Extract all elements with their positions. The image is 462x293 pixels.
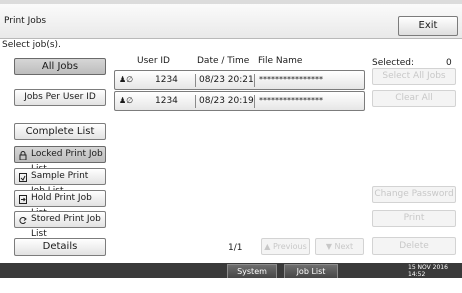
person-lock-icon: ♟∅ — [119, 96, 134, 105]
column-header-user-id: User ID — [137, 56, 170, 66]
selected-count: 0 — [446, 58, 452, 68]
next-button[interactable]: ▼ Next — [315, 238, 364, 255]
date-text: 15 NOV 2016 — [408, 264, 448, 271]
delete-button[interactable]: Delete — [372, 237, 456, 255]
all-jobs-button[interactable]: All Jobs — [14, 58, 106, 75]
person-lock-icon: ♟∅ — [119, 75, 134, 84]
row-file-name: **************** — [259, 75, 323, 84]
column-divider — [195, 74, 196, 87]
title-bar: Print Jobs Exit — [0, 4, 462, 39]
locked-print-job-list-button[interactable]: Locked Print Job List — [14, 146, 106, 174]
stored-print-icon — [19, 216, 27, 231]
exit-button[interactable]: Exit — [398, 16, 458, 36]
date-time-display: 15 NOV 2016 14:52 — [408, 264, 448, 278]
hold-print-icon — [19, 195, 27, 210]
jobs-per-user-id-button[interactable]: Jobs Per User ID — [14, 89, 106, 106]
column-divider — [254, 95, 255, 108]
sample-print-icon — [19, 173, 27, 188]
previous-label: Previous — [272, 242, 307, 251]
table-row[interactable]: ♟∅ 1234 08/23 20:19 **************** — [114, 91, 365, 111]
sample-print-job-list-button[interactable]: Sample Print Job List — [14, 168, 106, 196]
selected-label: Selected: — [372, 58, 415, 68]
table-row[interactable]: ♟∅ 1234 08/23 20:21 **************** — [114, 70, 365, 90]
row-user-id: 1234 — [155, 96, 178, 106]
row-user-id: 1234 — [155, 75, 178, 85]
column-header-date-time: Date / Time — [197, 56, 250, 66]
details-button[interactable]: Details — [14, 238, 106, 256]
next-label: Next — [334, 242, 354, 251]
lock-icon — [19, 151, 27, 166]
row-file-name: **************** — [259, 96, 323, 105]
time-text: 14:52 — [408, 271, 426, 278]
column-header-file-name: File Name — [258, 56, 303, 66]
previous-button[interactable]: ▲ Previous — [261, 238, 310, 255]
page-indicator: 1/1 — [228, 243, 243, 253]
hold-print-job-list-button[interactable]: Hold Print Job List — [14, 190, 106, 218]
stored-list-label: Stored Print Job List — [31, 214, 101, 239]
stored-print-job-list-button[interactable]: Stored Print Job List — [14, 211, 106, 239]
page-title: Print Jobs — [4, 16, 47, 26]
row-date-time: 08/23 20:21 — [199, 75, 254, 85]
row-date-time: 08/23 20:19 — [199, 96, 254, 106]
column-divider — [254, 74, 255, 87]
select-all-jobs-button[interactable]: Select All Jobs — [372, 68, 456, 85]
clear-all-button[interactable]: Clear All — [372, 90, 456, 107]
job-list-button[interactable]: Job List — [284, 264, 338, 278]
up-triangle-icon: ▲ — [264, 242, 271, 251]
down-triangle-icon: ▼ — [325, 242, 332, 251]
system-status-button[interactable]: System Status — [227, 264, 277, 290]
column-divider — [195, 95, 196, 108]
instruction-text: Select job(s). — [2, 40, 61, 50]
print-button[interactable]: Print — [372, 210, 456, 227]
complete-list-button[interactable]: Complete List — [14, 123, 106, 140]
change-password-button[interactable]: Change Password — [372, 186, 456, 203]
